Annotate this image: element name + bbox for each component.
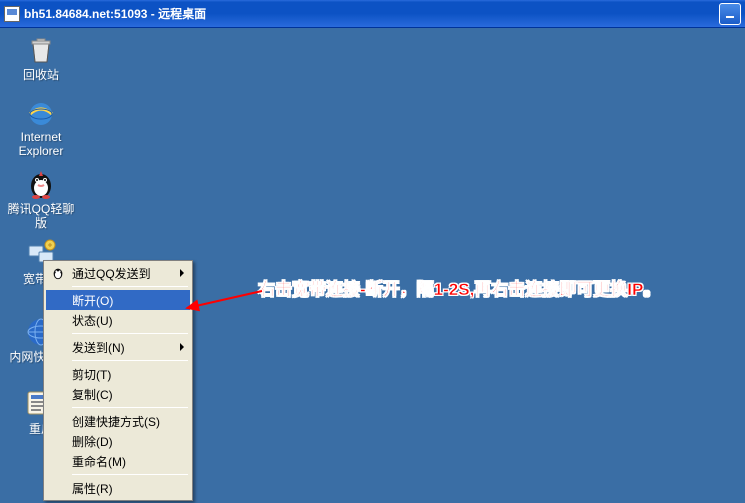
titlebar-text: bh51.84684.net:51093 - 远程桌面 [24, 5, 717, 22]
titlebar: bh51.84684.net:51093 - 远程桌面 [0, 0, 745, 28]
menu-item-label: 状态(U) [72, 312, 113, 329]
menu-separator [72, 286, 188, 287]
chevron-right-icon [180, 269, 184, 277]
desktop-icon-label: 回收站 [6, 68, 76, 82]
desktop-icon-label: 腾讯QQ轻聊版 [6, 202, 76, 230]
desktop[interactable]: 回收站Internet Explorer腾讯QQ轻聊版宽带连内网快 载中重启 通… [0, 28, 745, 503]
ie-icon [25, 96, 57, 128]
menu-item-label: 发送到(N) [72, 339, 125, 356]
menu-item-label: 重命名(M) [72, 453, 126, 470]
minimize-button[interactable] [719, 3, 741, 25]
desktop-icon-label: Internet Explorer [6, 130, 76, 158]
titlebar-icon [4, 6, 20, 22]
menu-item-label: 剪切(T) [72, 366, 111, 383]
context-menu: 通过QQ发送到断开(O) 状态(U) 发送到(N) 剪切(T) 复制(C) 创建快捷方式(… [43, 260, 193, 501]
chevron-right-icon [180, 343, 184, 351]
menu-item[interactable]: 重命名(M) [46, 451, 190, 471]
desktop-icon-recycle-bin[interactable]: 回收站 [6, 34, 76, 82]
menu-item[interactable]: 创建快捷方式(S) [46, 411, 190, 431]
recycle-bin-icon [25, 34, 57, 66]
menu-item[interactable]: 发送到(N) [46, 337, 190, 357]
menu-item[interactable]: 通过QQ发送到 [46, 263, 190, 283]
menu-item-label: 复制(C) [72, 386, 113, 403]
qq-icon [25, 168, 57, 200]
menu-item-label: 创建快捷方式(S) [72, 413, 160, 430]
menu-separator [72, 333, 188, 334]
menu-item[interactable]: 剪切(T) [46, 364, 190, 384]
qq-icon [50, 265, 66, 281]
menu-item[interactable]: 断开(O) [46, 290, 190, 310]
menu-item[interactable]: 状态(U) [46, 310, 190, 330]
menu-item[interactable]: 复制(C) [46, 384, 190, 404]
menu-separator [72, 360, 188, 361]
menu-item-label: 属性(R) [72, 480, 113, 497]
menu-item[interactable]: 属性(R) [46, 478, 190, 498]
menu-item-label: 断开(O) [72, 292, 113, 309]
menu-item[interactable]: 删除(D) [46, 431, 190, 451]
annotation-text: 右击宽带连接-断开，隔1-2S,再右击连接即可更换IP。 [258, 275, 660, 300]
menu-separator [72, 474, 188, 475]
desktop-icon-ie[interactable]: Internet Explorer [6, 96, 76, 158]
menu-separator [72, 407, 188, 408]
desktop-icon-qq[interactable]: 腾讯QQ轻聊版 [6, 168, 76, 230]
menu-item-label: 删除(D) [72, 433, 113, 450]
menu-item-label: 通过QQ发送到 [72, 265, 151, 282]
